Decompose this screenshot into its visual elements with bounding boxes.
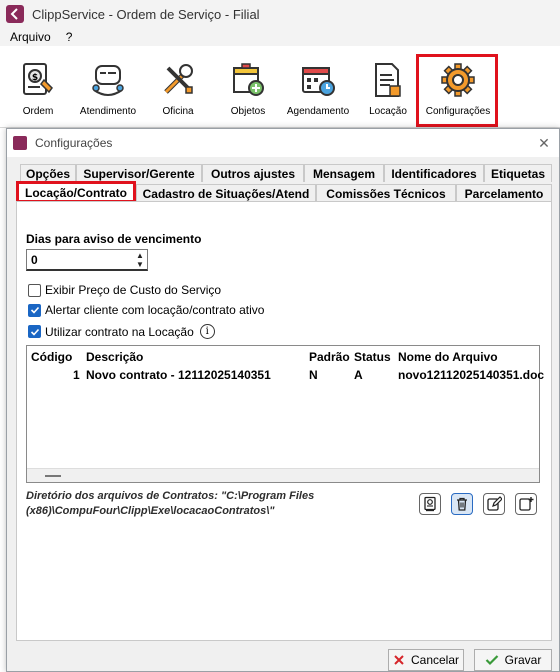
check-icon <box>30 328 39 336</box>
info-icon[interactable]: i <box>199 324 215 339</box>
column-header-status[interactable]: Status <box>354 350 391 364</box>
checkbox-label: Alertar cliente com locação/contrato ati… <box>45 303 265 317</box>
column-header-descricao[interactable]: Descrição <box>86 350 143 364</box>
dialog-titlebar: Configurações ✕ <box>7 129 559 157</box>
dias-aviso-stepper[interactable]: 0 ▲ ▼ <box>26 249 148 271</box>
toolbar-objetos-button[interactable]: Objetos <box>224 52 272 124</box>
toolbar-atendimento-button[interactable]: Atendimento <box>78 52 138 124</box>
close-icon[interactable]: ✕ <box>535 134 553 152</box>
cell-nome-arquivo: novo12112025140351.doc <box>398 368 545 382</box>
tab-identificadores[interactable]: Identificadores <box>384 164 484 182</box>
close-red-icon <box>394 655 404 665</box>
checkbox-label: Exibir Preço de Custo do Serviço <box>45 283 222 297</box>
column-header-nome-arquivo[interactable]: Nome do Arquivo <box>398 350 498 364</box>
cancel-button[interactable]: Cancelar <box>388 649 464 671</box>
svg-text:$: $ <box>32 73 38 83</box>
delete-button[interactable] <box>451 493 473 515</box>
tools-icon <box>164 64 193 94</box>
tab-locacao-contrato[interactable]: Locação/Contrato <box>18 182 134 202</box>
tab-mensagem[interactable]: Mensagem <box>304 164 384 182</box>
dialog-logo-icon <box>13 136 27 150</box>
open-file-button[interactable] <box>419 493 441 515</box>
trash-icon <box>457 497 467 511</box>
chevron-down-icon[interactable]: ▼ <box>136 260 144 269</box>
checkbox-box-checked[interactable] <box>28 303 41 317</box>
menu-arquivo[interactable]: Arquivo <box>0 30 56 44</box>
box-icon <box>233 63 264 96</box>
cell-descricao: Novo contrato - 12112025140351 <box>86 368 271 382</box>
chevron-up-icon[interactable]: ▲ <box>136 251 144 260</box>
checkbox-exibir-preco[interactable]: Exibir Preço de Custo do Serviço <box>28 283 221 297</box>
cell-codigo: 1 <box>73 368 80 382</box>
tab-outros-ajustes[interactable]: Outros ajustes <box>202 164 304 182</box>
document-icon <box>375 63 401 97</box>
open-file-icon <box>424 496 436 512</box>
cell-status: A <box>354 368 363 382</box>
cell-padrao: N <box>309 368 318 382</box>
menu-help[interactable]: ? <box>56 30 78 44</box>
check-green-icon <box>485 655 498 666</box>
checkbox-utilizar-contrato[interactable]: Utilizar contrato na Locação i <box>28 324 215 339</box>
toolbar-configuracoes-button[interactable]: Configurações <box>424 52 492 124</box>
toolbar-locacao-button[interactable]: Locação <box>364 52 412 124</box>
contracts-table[interactable]: Código Descrição Padrão Status Nome do A… <box>26 345 544 483</box>
edit-icon <box>487 496 502 511</box>
dias-aviso-label: Dias para aviso de vencimento <box>26 232 202 246</box>
tab-parcelamento[interactable]: Parcelamento <box>456 184 552 202</box>
save-label: Gravar <box>504 653 542 667</box>
menu-bar: Arquivo ? <box>0 28 560 46</box>
tab-supervisor-gerente[interactable]: Supervisor/Gerente <box>76 164 202 182</box>
app-logo-icon <box>6 5 24 23</box>
window-title: ClippService - Ordem de Serviço - Filial <box>32 6 260 22</box>
dialog-title: Configurações <box>35 136 113 150</box>
tab-etiquetas[interactable]: Etiquetas <box>484 164 552 182</box>
tab-opcoes[interactable]: Opções <box>20 164 76 182</box>
scrollbar-thumb[interactable] <box>45 475 61 477</box>
cancel-label: Cancelar <box>410 653 460 667</box>
main-toolbar: $ Ordem Atendimento Oficina Objetos Agen… <box>0 46 560 128</box>
checkbox-alertar-cliente[interactable]: Alertar cliente com locação/contrato ati… <box>28 303 264 317</box>
add-button[interactable] <box>515 493 537 515</box>
toolbar-ordem-button[interactable]: $ Ordem <box>14 52 62 124</box>
directory-path-text: Diretório dos arquivos de Contratos: "C:… <box>26 490 315 517</box>
toolbar-oficina-button[interactable]: Oficina <box>154 52 202 124</box>
horizontal-scrollbar[interactable] <box>27 468 539 482</box>
save-button[interactable]: Gravar <box>474 649 552 671</box>
checkbox-box[interactable] <box>28 283 41 297</box>
edit-button[interactable] <box>483 493 505 515</box>
column-header-padrao[interactable]: Padrão <box>309 350 350 364</box>
toolbar-agendamento-button[interactable]: Agendamento <box>287 52 349 124</box>
headset-icon <box>92 65 124 96</box>
tab-comissoes-tecnicos[interactable]: Comissões Técnicos <box>316 184 456 202</box>
calendar-icon <box>302 67 335 96</box>
tab-cadastro-situacoes[interactable]: Cadastro de Situações/Atend <box>136 184 316 202</box>
checkbox-box-checked[interactable] <box>28 325 41 338</box>
spin-arrows[interactable]: ▲ ▼ <box>133 250 147 269</box>
column-header-codigo[interactable]: Código <box>31 350 72 364</box>
dias-aviso-value[interactable]: 0 <box>27 253 133 267</box>
checkbox-label: Utilizar contrato na Locação <box>45 324 194 339</box>
ordem-icon: $ <box>23 63 53 95</box>
gear-icon <box>441 63 475 97</box>
check-icon <box>30 306 39 314</box>
add-icon <box>519 497 534 511</box>
window-titlebar: ClippService - Ordem de Serviço - Filial <box>0 0 560 28</box>
